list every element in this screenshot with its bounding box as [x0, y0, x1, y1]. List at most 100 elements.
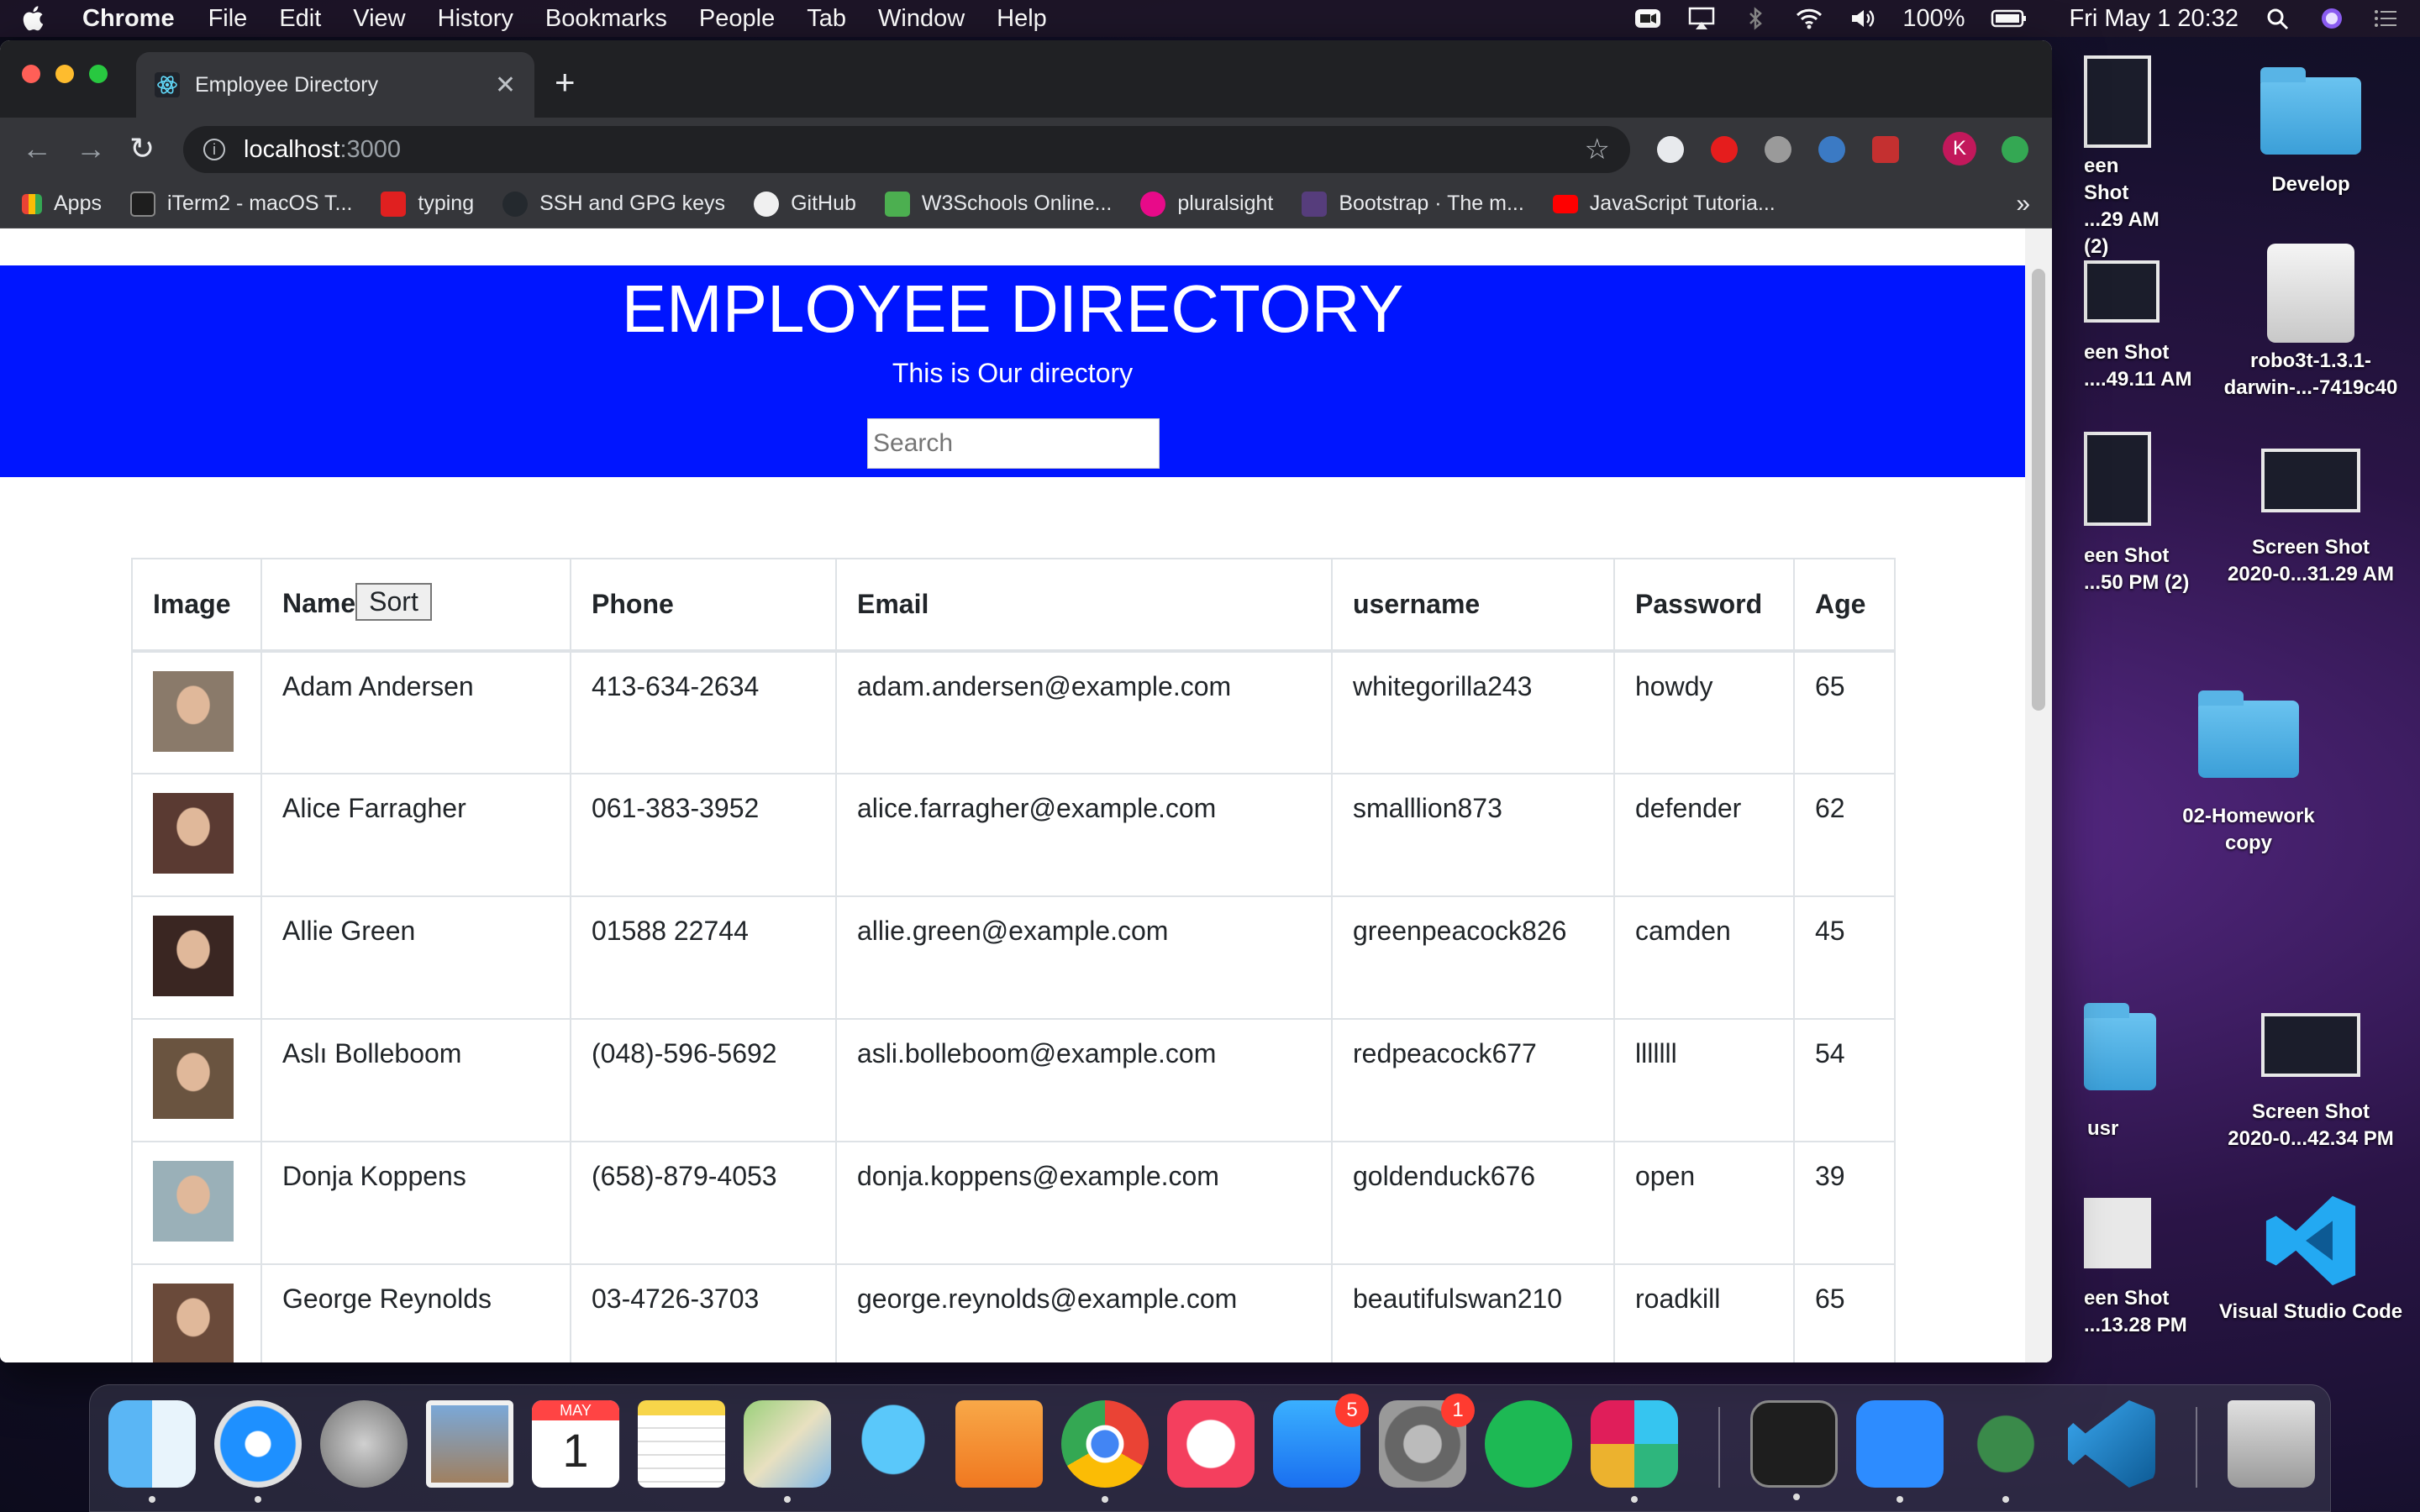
close-tab-icon[interactable]: ✕	[495, 71, 516, 100]
trash-icon[interactable]	[2228, 1400, 2315, 1488]
desktop-icon-homework[interactable]: 02-Homework copy	[2148, 690, 2349, 857]
menu-view[interactable]: View	[353, 5, 405, 33]
site-info-icon[interactable]: i	[203, 139, 225, 160]
maps-icon[interactable]	[744, 1400, 831, 1503]
system-preferences-badge: 1	[1441, 1394, 1475, 1427]
slack-icon[interactable]	[1591, 1400, 1678, 1503]
finder-icon[interactable]	[108, 1400, 196, 1503]
cell-email: george.reynolds@example.com	[835, 1263, 1333, 1362]
search-input[interactable]	[867, 418, 1160, 469]
page-scrollbar[interactable]	[2025, 228, 2052, 1362]
extension-redux-icon[interactable]	[1872, 136, 1899, 163]
zoom-icon[interactable]	[1856, 1400, 1944, 1503]
forward-arrow-icon[interactable]: →	[76, 131, 106, 166]
spotlight-search-icon[interactable]	[2264, 6, 2292, 31]
cell-username: goldenduck676	[1331, 1141, 1615, 1265]
desktop-icon-label: een Shot	[2084, 155, 2129, 204]
battery-icon[interactable]	[1991, 6, 2028, 31]
vscode-dock-icon[interactable]	[2068, 1400, 2155, 1488]
tab-employee-directory[interactable]: Employee Directory ✕	[136, 52, 534, 118]
bookmark-pluralsight[interactable]: pluralsight	[1140, 191, 1273, 217]
calendar-icon[interactable]: MAY 1	[532, 1400, 619, 1488]
bookmark-apps[interactable]: Apps	[22, 192, 102, 216]
close-window-button[interactable]	[22, 65, 40, 83]
safari-icon[interactable]	[214, 1400, 302, 1503]
zoom-window-button[interactable]	[89, 65, 108, 83]
terminal-icon[interactable]	[1750, 1400, 1838, 1500]
menu-bookmarks[interactable]: Bookmarks	[545, 5, 667, 33]
app-store-icon[interactable]: 5	[1273, 1394, 1369, 1488]
spotify-icon[interactable]	[1485, 1400, 1572, 1488]
wifi-icon[interactable]	[1795, 6, 1823, 31]
desktop-icon-screenshot-3[interactable]: een Shot ...50 PM (2)	[2033, 432, 2202, 596]
notes-icon[interactable]	[638, 1400, 725, 1488]
sort-button[interactable]: Sort	[355, 583, 432, 621]
desktop-icon-screenshot-2[interactable]: een Shot ....49.11 AM	[2033, 260, 2202, 393]
scrollbar-thumb[interactable]	[2032, 269, 2045, 711]
desktop-icon-vscode[interactable]: Visual Studio Code	[2210, 1191, 2412, 1326]
notification-center-icon[interactable]	[2371, 6, 2400, 31]
cell-age: 45	[1793, 895, 1896, 1020]
menu-window[interactable]: Window	[878, 5, 965, 33]
zoom-status-icon[interactable]	[1634, 6, 1662, 31]
running-indicator	[784, 1496, 791, 1503]
system-preferences-icon[interactable]: 1	[1379, 1394, 1475, 1488]
desktop-icon-usr[interactable]: usr	[2033, 1003, 2168, 1142]
pages-icon[interactable]	[955, 1400, 1043, 1488]
desktop-icon-develop[interactable]: Develop	[2210, 67, 2412, 198]
messages-icon[interactable]	[850, 1400, 937, 1488]
menu-history[interactable]: History	[438, 5, 513, 33]
address-bar[interactable]: i localhost:3000 ☆	[183, 126, 1630, 173]
screenshot-thumbnail-icon	[2261, 1013, 2360, 1077]
desktop-icon-screenshot-1[interactable]: een Shot ...29 AM (2)	[2033, 55, 2168, 260]
desktop-icon-robo3t[interactable]: robo3t-1.3.1- darwin-...-7419c40	[2210, 244, 2412, 402]
menu-people[interactable]: People	[699, 5, 775, 33]
browser-window: Employee Directory ✕ + ← → ↻ i localhost…	[0, 40, 2052, 1362]
bookmark-w3schools[interactable]: W3Schools Online...	[884, 191, 1112, 217]
menu-tab[interactable]: Tab	[807, 5, 846, 33]
airplay-icon[interactable]	[1687, 6, 1716, 31]
volume-icon[interactable]	[1849, 6, 1877, 31]
chrome-icon[interactable]	[1061, 1400, 1149, 1503]
menu-app-name[interactable]: Chrome	[82, 5, 175, 33]
preview-icon[interactable]	[426, 1400, 513, 1488]
bookmark-star-icon[interactable]: ☆	[1585, 133, 1610, 166]
bookmark-ssh-keys[interactable]: SSH and GPG keys	[502, 191, 725, 217]
menu-file[interactable]: File	[208, 5, 248, 33]
extension-devtools-icon[interactable]	[1657, 136, 1684, 163]
menu-clock[interactable]: Fri May 1 20:32	[2070, 5, 2238, 33]
desktop-icon-screenshot-4[interactable]: Screen Shot 2020-0...31.29 AM	[2210, 449, 2412, 588]
bluetooth-icon[interactable]	[1741, 6, 1770, 31]
extension-update-icon[interactable]	[2002, 136, 2028, 163]
back-arrow-icon[interactable]: ←	[22, 131, 52, 166]
reload-icon[interactable]: ↻	[129, 131, 155, 166]
menu-edit[interactable]: Edit	[279, 5, 321, 33]
cell-image	[131, 895, 262, 1020]
apple-menu-icon[interactable]	[20, 4, 49, 33]
bookmark-iterm2[interactable]: iTerm2 - macOS T...	[129, 191, 352, 217]
cell-image	[131, 773, 262, 897]
bookmark-typing[interactable]: typing	[381, 191, 474, 217]
typing-n-icon	[381, 191, 407, 217]
desktop-icon-label: een Shot	[2084, 544, 2170, 567]
new-tab-button[interactable]: +	[555, 62, 576, 102]
profile-avatar[interactable]: K	[1943, 132, 1976, 165]
table-row: Allie Green 01588 22744 allie.green@exampl…	[131, 895, 1896, 1020]
page-title: EMPLOYEE DIRECTORY	[621, 271, 1404, 346]
desktop-icon-screenshot-5[interactable]: Screen Shot 2020-0...42.34 PM	[2210, 1013, 2412, 1152]
extension-adblock-icon[interactable]	[1765, 136, 1791, 163]
robo3t-icon[interactable]	[1962, 1400, 2049, 1503]
bookmarks-overflow-icon[interactable]: »	[2016, 190, 2030, 218]
extension-ublock-icon[interactable]	[1711, 136, 1738, 163]
folder-icon	[2084, 1003, 2156, 1090]
siri-icon[interactable]	[2317, 6, 2346, 31]
minimize-window-button[interactable]	[55, 65, 74, 83]
menu-help[interactable]: Help	[997, 5, 1047, 33]
bookmark-bootstrap[interactable]: Bootstrap · The m...	[1302, 191, 1524, 217]
launchpad-icon[interactable]	[320, 1400, 408, 1488]
extension-colorpicker-icon[interactable]	[1818, 136, 1845, 163]
bookmark-github[interactable]: GitHub	[754, 191, 856, 217]
bookmark-javascript-tutorial[interactable]: JavaScript Tutoria...	[1552, 192, 1776, 216]
desktop-icon-screenshot-6[interactable]: een Shot ...13.28 PM	[2033, 1198, 2202, 1339]
news-icon[interactable]	[1167, 1400, 1255, 1488]
